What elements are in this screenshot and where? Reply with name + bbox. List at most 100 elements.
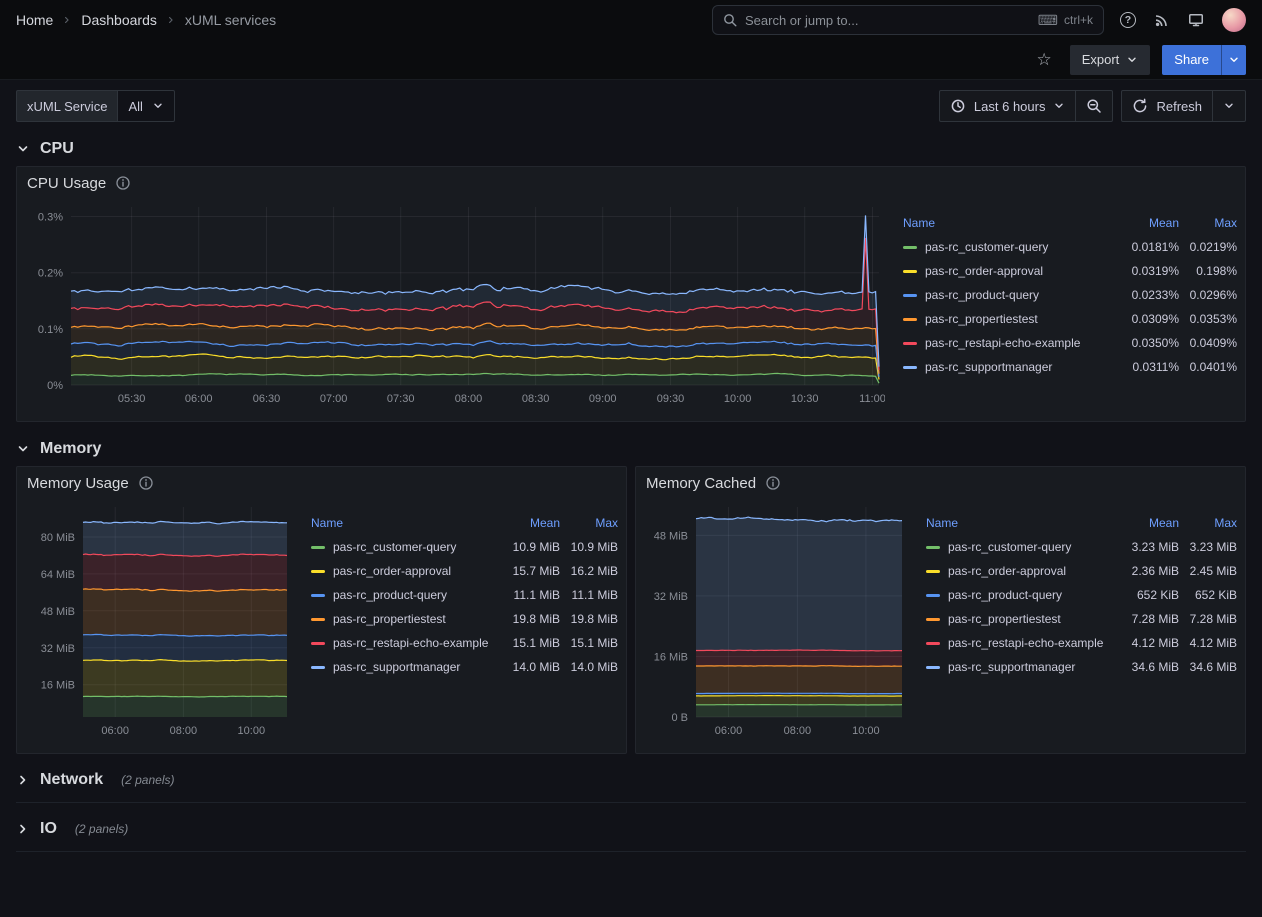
panel-title: Memory Usage (27, 475, 129, 492)
svg-text:05:30: 05:30 (118, 393, 146, 405)
star-button[interactable]: ☆ (1036, 50, 1051, 70)
legend-row[interactable]: pas-rc_product-query11.1 MiB11.1 MiB (311, 583, 618, 607)
section-cpu[interactable]: CPU (16, 140, 1246, 158)
legend-series-name[interactable]: pas-rc_supportmanager (925, 360, 1117, 374)
legend-series-mean: 15.1 MiB (498, 636, 560, 650)
svg-text:08:00: 08:00 (784, 725, 812, 737)
legend-row[interactable]: pas-rc_restapi-echo-example15.1 MiB15.1 … (311, 631, 618, 655)
legend-series-name[interactable]: pas-rc_product-query (925, 288, 1117, 302)
legend-header-max[interactable]: Max (560, 516, 618, 530)
info-icon[interactable] (139, 476, 153, 490)
legend-row[interactable]: pas-rc_propertiestest19.8 MiB19.8 MiB (311, 607, 618, 631)
search-input[interactable]: Search or jump to... ⌨ ctrl+k (712, 5, 1104, 35)
variable-value: All (128, 99, 142, 114)
memory-cached-chart[interactable]: 0 B16 MiB32 MiB48 MiB06:0008:0010:00 (644, 499, 908, 743)
series-color-swatch (903, 246, 917, 249)
search-placeholder: Search or jump to... (745, 13, 858, 28)
keyboard-icon: ⌨ (1038, 13, 1058, 27)
refresh-button[interactable]: Refresh (1121, 90, 1213, 122)
section-network-title: Network (40, 771, 103, 789)
legend-series-name[interactable]: pas-rc_customer-query (333, 540, 498, 554)
legend-series-name[interactable]: pas-rc_restapi-echo-example (925, 336, 1117, 350)
legend-series-name[interactable]: pas-rc_restapi-echo-example (333, 636, 498, 650)
section-io-note: (2 panels) (75, 822, 128, 836)
export-button[interactable]: Export (1070, 45, 1151, 75)
legend-series-name[interactable]: pas-rc_product-query (333, 588, 498, 602)
legend-row[interactable]: pas-rc_order-approval0.0319%0.198% (903, 259, 1237, 283)
svg-text:06:00: 06:00 (101, 725, 129, 737)
legend-series-max: 19.8 MiB (560, 612, 618, 626)
section-cpu-title: CPU (40, 140, 74, 158)
legend-series-name[interactable]: pas-rc_customer-query (925, 240, 1117, 254)
legend-row[interactable]: pas-rc_customer-query10.9 MiB10.9 MiB (311, 535, 618, 559)
svg-text:48 MiB: 48 MiB (41, 606, 75, 618)
legend-series-max: 0.0296% (1179, 288, 1237, 302)
breadcrumb-dashboards[interactable]: Dashboards (81, 12, 157, 28)
legend-row[interactable]: pas-rc_order-approval2.36 MiB2.45 MiB (926, 559, 1237, 583)
legend-row[interactable]: pas-rc_supportmanager34.6 MiB34.6 MiB (926, 655, 1237, 679)
legend-row[interactable]: pas-rc_restapi-echo-example0.0350%0.0409… (903, 331, 1237, 355)
legend-row[interactable]: pas-rc_propertiestest0.0309%0.0353% (903, 307, 1237, 331)
svg-text:16 MiB: 16 MiB (654, 652, 688, 664)
legend-row[interactable]: pas-rc_customer-query0.0181%0.0219% (903, 235, 1237, 259)
zoom-out-button[interactable] (1076, 90, 1113, 122)
refresh-interval-dropdown[interactable] (1213, 90, 1246, 122)
legend-row[interactable]: pas-rc_order-approval15.7 MiB16.2 MiB (311, 559, 618, 583)
legend-header-mean[interactable]: Mean (498, 516, 560, 530)
dashboard-controls: xUML Service All Last 6 hours (16, 90, 1246, 122)
series-color-swatch (311, 642, 325, 645)
news-button[interactable] (1154, 12, 1170, 28)
user-avatar[interactable] (1222, 8, 1246, 32)
legend-series-name[interactable]: pas-rc_order-approval (925, 264, 1117, 278)
variable-value-dropdown[interactable]: All (117, 90, 174, 122)
chevron-down-icon (1053, 100, 1065, 112)
legend-series-name[interactable]: pas-rc_order-approval (333, 564, 498, 578)
legend-series-name[interactable]: pas-rc_propertiestest (925, 312, 1117, 326)
legend-header-mean[interactable]: Mean (1117, 516, 1179, 530)
legend-row[interactable]: pas-rc_propertiestest7.28 MiB7.28 MiB (926, 607, 1237, 631)
legend-row[interactable]: pas-rc_restapi-echo-example4.12 MiB4.12 … (926, 631, 1237, 655)
legend-header-name: Name (903, 216, 1117, 230)
chevron-right-icon (16, 822, 30, 836)
legend-series-max: 652 KiB (1179, 588, 1237, 602)
section-io[interactable]: IO (2 panels) (16, 811, 1246, 852)
time-range-picker[interactable]: Last 6 hours (939, 90, 1077, 122)
legend-series-name[interactable]: pas-rc_product-query (948, 588, 1117, 602)
legend-series-name[interactable]: pas-rc_supportmanager (948, 660, 1117, 674)
memory-panels-row: Memory Usage 16 MiB32 MiB48 MiB64 MiB80 … (16, 466, 1246, 754)
legend-header-max[interactable]: Max (1179, 516, 1237, 530)
section-memory[interactable]: Memory (16, 440, 1246, 458)
top-navigation: Home Dashboards xUML services Search or … (0, 0, 1262, 40)
memory-usage-chart[interactable]: 16 MiB32 MiB48 MiB64 MiB80 MiB06:0008:00… (25, 499, 293, 743)
legend-row[interactable]: pas-rc_customer-query3.23 MiB3.23 MiB (926, 535, 1237, 559)
legend-series-name[interactable]: pas-rc_propertiestest (333, 612, 498, 626)
legend-row[interactable]: pas-rc_product-query0.0233%0.0296% (903, 283, 1237, 307)
legend-row[interactable]: pas-rc_supportmanager0.0311%0.0401% (903, 355, 1237, 379)
legend-series-name[interactable]: pas-rc_restapi-echo-example (948, 636, 1117, 650)
legend-series-name[interactable]: pas-rc_supportmanager (333, 660, 498, 674)
legend-row[interactable]: pas-rc_supportmanager14.0 MiB14.0 MiB (311, 655, 618, 679)
legend-series-name[interactable]: pas-rc_customer-query (948, 540, 1117, 554)
info-icon[interactable] (116, 176, 130, 190)
info-icon[interactable] (766, 476, 780, 490)
share-button[interactable]: Share (1162, 45, 1221, 75)
breadcrumb-home[interactable]: Home (16, 12, 53, 28)
share-dropdown-button[interactable] (1221, 45, 1246, 75)
section-network[interactable]: Network (2 panels) (16, 762, 1246, 803)
legend-header-name: Name (926, 516, 1117, 530)
legend-header-mean[interactable]: Mean (1117, 216, 1179, 230)
panel-memory-usage: Memory Usage 16 MiB32 MiB48 MiB64 MiB80 … (16, 466, 627, 754)
chevron-right-icon (166, 15, 176, 25)
kiosk-mode-button[interactable] (1188, 12, 1204, 28)
legend-series-max: 0.0353% (1179, 312, 1237, 326)
cpu-usage-chart[interactable]: 0%0.1%0.2%0.3%05:3006:0006:3007:0007:300… (25, 199, 885, 411)
legend-series-mean: 0.0309% (1117, 312, 1179, 326)
legend-header-max[interactable]: Max (1179, 216, 1237, 230)
help-button[interactable]: ? (1120, 12, 1136, 28)
legend-series-max: 11.1 MiB (560, 588, 618, 602)
legend-series-name[interactable]: pas-rc_propertiestest (948, 612, 1117, 626)
section-network-note: (2 panels) (121, 773, 174, 787)
series-color-swatch (311, 666, 325, 669)
legend-row[interactable]: pas-rc_product-query652 KiB652 KiB (926, 583, 1237, 607)
legend-series-name[interactable]: pas-rc_order-approval (948, 564, 1117, 578)
